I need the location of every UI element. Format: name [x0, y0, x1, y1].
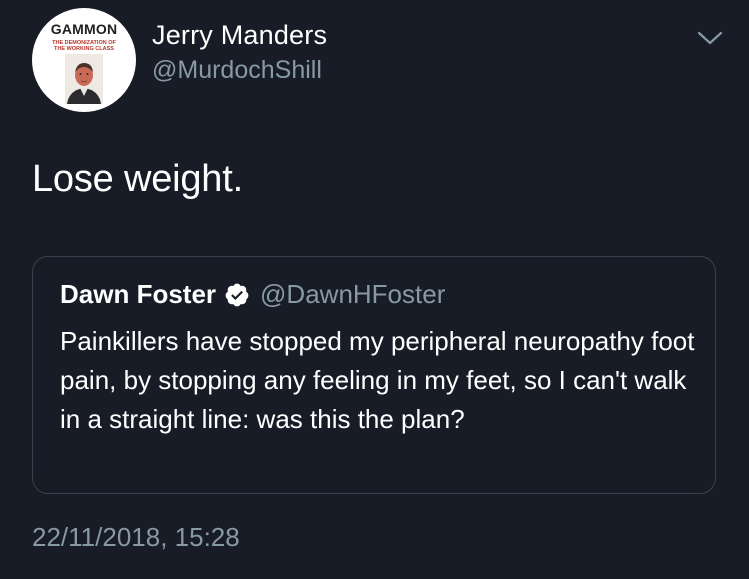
chevron-down-icon[interactable]: [697, 28, 723, 48]
author-name[interactable]: Jerry Manders: [152, 20, 327, 51]
quoted-tweet-card[interactable]: Dawn Foster @DawnHFoster Painkillers hav…: [32, 256, 716, 494]
avatar-brand-text: GAMMON: [50, 21, 118, 37]
avatar[interactable]: GAMMON THE DEMONIZATION OF THE WORKING C…: [32, 8, 136, 112]
quoted-tweet-header: Dawn Foster @DawnHFoster: [60, 279, 445, 310]
portrait-image: [65, 54, 103, 104]
tweet-text: Lose weight.: [32, 158, 243, 200]
avatar-subtitle-text: THE DEMONIZATION OF THE WORKING CLASS: [52, 40, 116, 52]
tweet-timestamp[interactable]: 22/11/2018, 15:28: [32, 522, 240, 553]
verified-badge-icon: [225, 283, 249, 306]
author-handle[interactable]: @MurdochShill: [152, 56, 322, 85]
quoted-author-handle[interactable]: @DawnHFoster: [260, 279, 445, 310]
quoted-author-name[interactable]: Dawn Foster: [60, 279, 216, 310]
quoted-tweet-text: Painkillers have stopped my peripheral n…: [60, 326, 695, 434]
tweet: GAMMON THE DEMONIZATION OF THE WORKING C…: [0, 0, 749, 579]
